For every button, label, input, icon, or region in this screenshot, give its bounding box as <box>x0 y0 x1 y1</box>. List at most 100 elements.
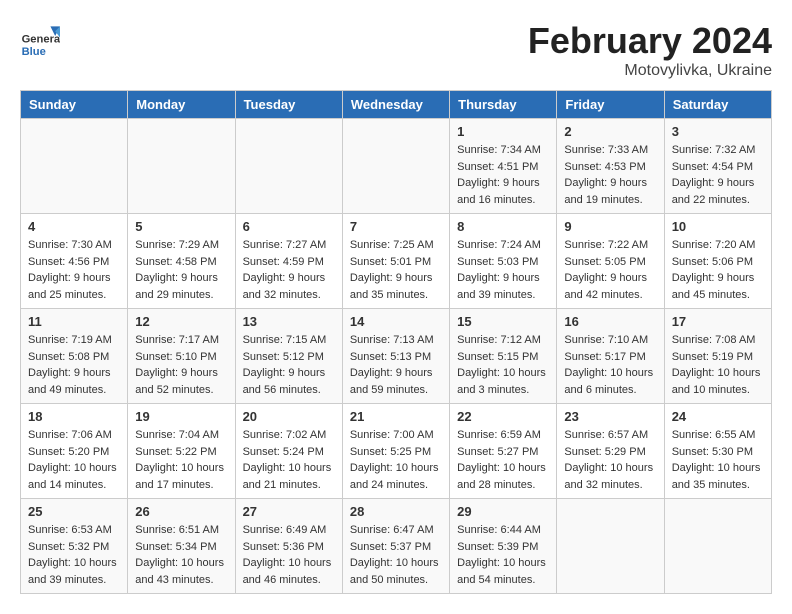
day-info: Sunrise: 6:55 AMSunset: 5:30 PMDaylight:… <box>672 427 764 493</box>
day-info: Sunrise: 6:57 AMSunset: 5:29 PMDaylight:… <box>564 427 656 493</box>
calendar-cell: 5Sunrise: 7:29 AMSunset: 4:58 PMDaylight… <box>128 214 235 309</box>
calendar-cell: 23 Sunrise: 6:57 AMSunset: 5:29 PMDayligh… <box>557 404 664 499</box>
day-info: Sunrise: 7:17 AMSunset: 5:10 PMDaylight:… <box>135 332 227 398</box>
week-row-1: 1 Sunrise: 7:34 AMSunset: 4:51 PMDaylight… <box>21 119 772 214</box>
week-row-3: 11Sunrise: 7:19 AMSunset: 5:08 PMDayligh… <box>21 309 772 404</box>
calendar-cell: 2 Sunrise: 7:33 AMSunset: 4:53 PMDaylight… <box>557 119 664 214</box>
day-info: Sunrise: 7:06 AMSunset: 5:20 PMDaylight:… <box>28 427 120 493</box>
location: Motovylivka, Ukraine <box>528 62 772 80</box>
day-info: Sunrise: 6:47 AMSunset: 5:37 PMDaylight:… <box>350 522 442 588</box>
day-number: 15 <box>457 314 549 329</box>
day-info: Sunrise: 7:19 AMSunset: 5:08 PMDaylight:… <box>28 332 120 398</box>
day-info: Sunrise: 7:24 AMSunset: 5:03 PMDaylight:… <box>457 237 549 303</box>
weekday-header-sunday: Sunday <box>21 91 128 119</box>
day-number: 23 <box>564 409 656 424</box>
week-row-2: 4 Sunrise: 7:30 AMSunset: 4:56 PMDaylight… <box>21 214 772 309</box>
calendar-cell: 24 Sunrise: 6:55 AMSunset: 5:30 PMDayligh… <box>664 404 771 499</box>
day-number: 29 <box>457 504 549 519</box>
day-number: 28 <box>350 504 442 519</box>
month-year: February 2024 <box>528 20 772 62</box>
calendar-cell: 3 Sunrise: 7:32 AMSunset: 4:54 PMDaylight… <box>664 119 771 214</box>
calendar-cell <box>342 119 449 214</box>
day-number: 8 <box>457 219 549 234</box>
day-number: 27 <box>243 504 335 519</box>
day-info: Sunrise: 7:15 AMSunset: 5:12 PMDaylight:… <box>243 332 335 398</box>
header-row: SundayMondayTuesdayWednesdayThursdayFrid… <box>21 91 772 119</box>
day-info: Sunrise: 7:00 AMSunset: 5:25 PMDaylight:… <box>350 427 442 493</box>
calendar-body: 1 Sunrise: 7:34 AMSunset: 4:51 PMDaylight… <box>21 119 772 594</box>
day-number: 26 <box>135 504 227 519</box>
day-number: 1 <box>457 124 549 139</box>
calendar-cell <box>128 119 235 214</box>
day-number: 25 <box>28 504 120 519</box>
weekday-header-monday: Monday <box>128 91 235 119</box>
day-number: 16 <box>564 314 656 329</box>
logo-icon: General Blue <box>20 20 60 60</box>
day-number: 2 <box>564 124 656 139</box>
day-number: 19 <box>135 409 227 424</box>
day-info: Sunrise: 6:44 AMSunset: 5:39 PMDaylight:… <box>457 522 549 588</box>
day-number: 21 <box>350 409 442 424</box>
day-info: Sunrise: 7:12 AMSunset: 5:15 PMDaylight:… <box>457 332 549 398</box>
calendar-cell <box>664 499 771 594</box>
calendar-cell: 10Sunrise: 7:20 AMSunset: 5:06 PMDayligh… <box>664 214 771 309</box>
day-number: 4 <box>28 219 120 234</box>
day-info: Sunrise: 7:33 AMSunset: 4:53 PMDaylight:… <box>564 142 656 208</box>
day-number: 6 <box>243 219 335 234</box>
day-info: Sunrise: 6:51 AMSunset: 5:34 PMDaylight:… <box>135 522 227 588</box>
logo: General Blue <box>20 20 62 60</box>
day-number: 3 <box>672 124 764 139</box>
calendar-cell: 9 Sunrise: 7:22 AMSunset: 5:05 PMDaylight… <box>557 214 664 309</box>
week-row-5: 25 Sunrise: 6:53 AMSunset: 5:32 PMDayligh… <box>21 499 772 594</box>
weekday-header-saturday: Saturday <box>664 91 771 119</box>
calendar-cell: 8 Sunrise: 7:24 AMSunset: 5:03 PMDaylight… <box>450 214 557 309</box>
calendar-cell: 12 Sunrise: 7:17 AMSunset: 5:10 PMDayligh… <box>128 309 235 404</box>
day-info: Sunrise: 7:02 AMSunset: 5:24 PMDaylight:… <box>243 427 335 493</box>
day-info: Sunrise: 7:29 AMSunset: 4:58 PMDaylight:… <box>135 237 227 303</box>
calendar-cell: 16 Sunrise: 7:10 AMSunset: 5:17 PMDayligh… <box>557 309 664 404</box>
day-info: Sunrise: 7:08 AMSunset: 5:19 PMDaylight:… <box>672 332 764 398</box>
day-info: Sunrise: 6:59 AMSunset: 5:27 PMDaylight:… <box>457 427 549 493</box>
day-number: 18 <box>28 409 120 424</box>
calendar-cell: 13Sunrise: 7:15 AMSunset: 5:12 PMDayligh… <box>235 309 342 404</box>
day-number: 10 <box>672 219 764 234</box>
day-info: Sunrise: 7:22 AMSunset: 5:05 PMDaylight:… <box>564 237 656 303</box>
weekday-header-thursday: Thursday <box>450 91 557 119</box>
day-info: Sunrise: 7:25 AMSunset: 5:01 PMDaylight:… <box>350 237 442 303</box>
svg-text:Blue: Blue <box>22 46 46 58</box>
calendar-cell: 28 Sunrise: 6:47 AMSunset: 5:37 PMDayligh… <box>342 499 449 594</box>
weekday-header-friday: Friday <box>557 91 664 119</box>
calendar-cell: 21 Sunrise: 7:00 AMSunset: 5:25 PMDayligh… <box>342 404 449 499</box>
day-number: 9 <box>564 219 656 234</box>
calendar-cell: 14Sunrise: 7:13 AMSunset: 5:13 PMDayligh… <box>342 309 449 404</box>
calendar-cell: 22 Sunrise: 6:59 AMSunset: 5:27 PMDayligh… <box>450 404 557 499</box>
title-section: February 2024 Motovylivka, Ukraine <box>528 20 772 80</box>
calendar-cell <box>235 119 342 214</box>
calendar-cell: 1 Sunrise: 7:34 AMSunset: 4:51 PMDaylight… <box>450 119 557 214</box>
day-info: Sunrise: 7:34 AMSunset: 4:51 PMDaylight:… <box>457 142 549 208</box>
day-number: 17 <box>672 314 764 329</box>
day-number: 12 <box>135 314 227 329</box>
calendar-cell: 17 Sunrise: 7:08 AMSunset: 5:19 PMDayligh… <box>664 309 771 404</box>
day-number: 20 <box>243 409 335 424</box>
day-number: 14 <box>350 314 442 329</box>
calendar-cell: 19Sunrise: 7:04 AMSunset: 5:22 PMDayligh… <box>128 404 235 499</box>
day-info: Sunrise: 6:53 AMSunset: 5:32 PMDaylight:… <box>28 522 120 588</box>
day-info: Sunrise: 7:32 AMSunset: 4:54 PMDaylight:… <box>672 142 764 208</box>
day-info: Sunrise: 6:49 AMSunset: 5:36 PMDaylight:… <box>243 522 335 588</box>
svg-text:General: General <box>22 33 60 45</box>
calendar-cell: 26 Sunrise: 6:51 AMSunset: 5:34 PMDayligh… <box>128 499 235 594</box>
weekday-header-wednesday: Wednesday <box>342 91 449 119</box>
calendar-cell: 15 Sunrise: 7:12 AMSunset: 5:15 PMDayligh… <box>450 309 557 404</box>
day-info: Sunrise: 7:10 AMSunset: 5:17 PMDaylight:… <box>564 332 656 398</box>
day-info: Sunrise: 7:27 AMSunset: 4:59 PMDaylight:… <box>243 237 335 303</box>
day-number: 24 <box>672 409 764 424</box>
calendar-cell: 18 Sunrise: 7:06 AMSunset: 5:20 PMDayligh… <box>21 404 128 499</box>
calendar-cell: 29 Sunrise: 6:44 AMSunset: 5:39 PMDayligh… <box>450 499 557 594</box>
day-number: 22 <box>457 409 549 424</box>
week-row-4: 18 Sunrise: 7:06 AMSunset: 5:20 PMDayligh… <box>21 404 772 499</box>
calendar-cell <box>557 499 664 594</box>
weekday-header-tuesday: Tuesday <box>235 91 342 119</box>
day-info: Sunrise: 7:30 AMSunset: 4:56 PMDaylight:… <box>28 237 120 303</box>
calendar-cell: 11Sunrise: 7:19 AMSunset: 5:08 PMDayligh… <box>21 309 128 404</box>
